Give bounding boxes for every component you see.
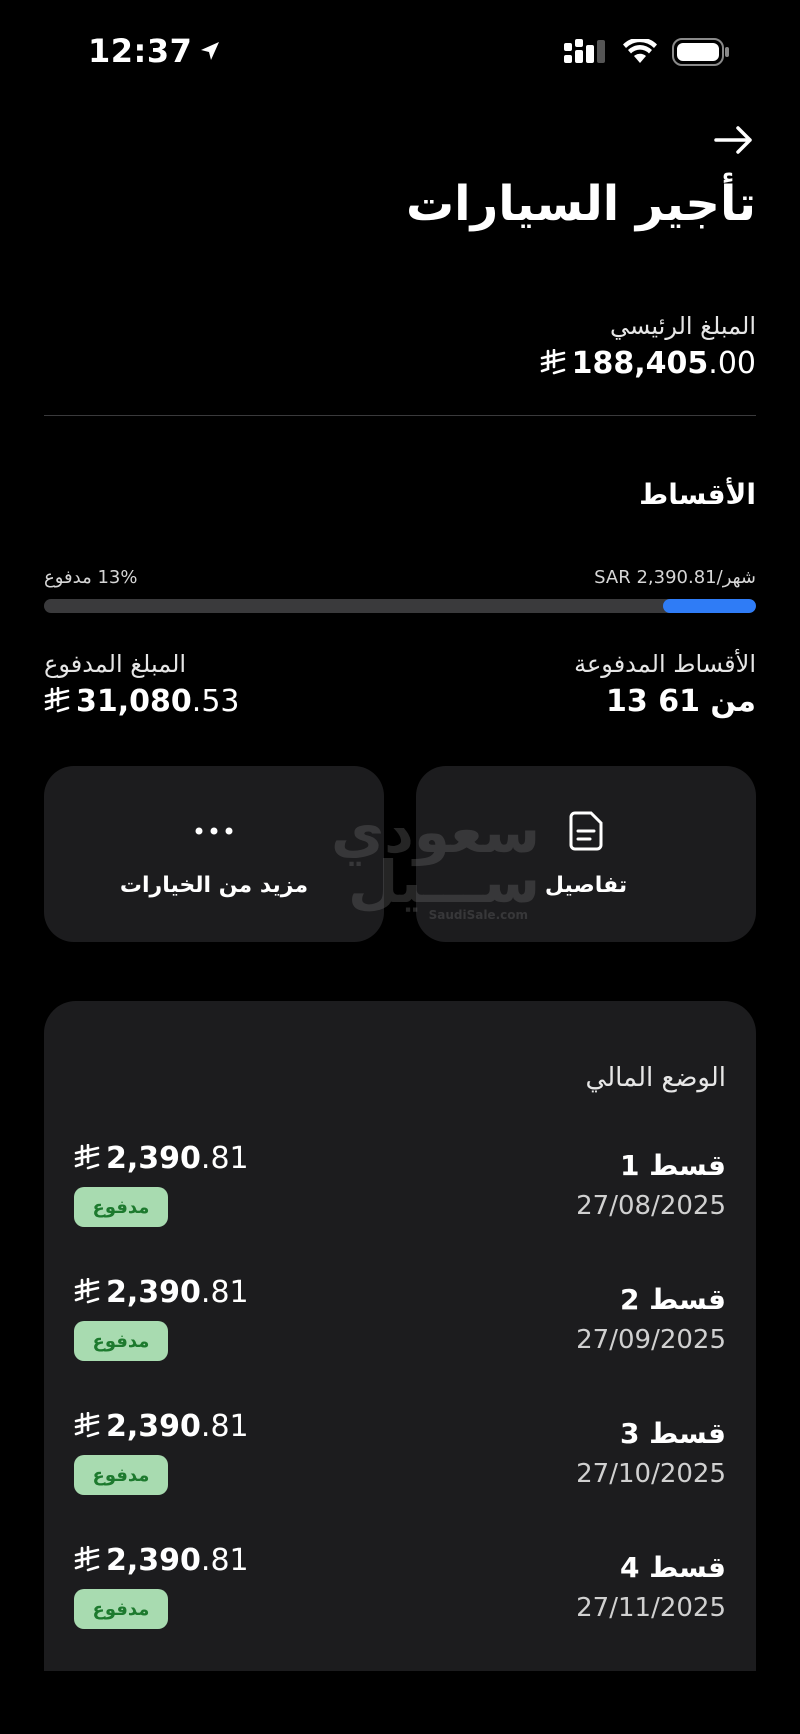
details-label: تفاصيل [544,872,628,898]
installment-amount-dec: .81 [200,1409,249,1444]
monthly-amount: SAR 2,390.81/شهر [594,567,756,588]
installment-name: قسط 4 [619,1551,726,1584]
installment-row[interactable]: قسط 1 27/08/2025 2,390.81 مدفوع [74,1141,726,1241]
installment-name: قسط 3 [619,1417,726,1450]
paid-installments-label: الأقساط المدفوعة [574,650,756,678]
installment-amount-int: 2,390 [106,1543,201,1578]
more-options-label: مزيد من الخيارات [119,872,309,898]
principal-int: 188,405 [571,346,709,381]
installment-date: 27/11/2025 [576,1593,726,1623]
more-dots-icon [195,827,233,834]
status-badge: مدفوع [74,1187,168,1227]
installment-amount: 2,390.81 [74,1275,249,1312]
sar-currency-icon [74,1143,100,1178]
status-badge: مدفوع [74,1321,168,1361]
progress-fill [663,599,756,613]
paid-percent: 13% مدفوع [44,567,138,588]
status-time-wrap: 12:37 [88,32,222,70]
installment-date: 27/08/2025 [576,1191,726,1221]
cellular-signal-icon [564,39,605,63]
installment-amount: 2,390.81 [74,1141,249,1178]
battery-icon [672,38,729,66]
installment-amount-int: 2,390 [106,1275,201,1310]
status-icons [564,38,730,66]
status-badge: مدفوع [74,1589,168,1629]
principal-dec: .00 [708,346,756,381]
installment-amount: 2,390.81 [74,1543,249,1580]
installment-date: 27/09/2025 [576,1325,726,1355]
paid-amount-dec: .53 [191,684,240,719]
installment-amount-int: 2,390 [106,1141,201,1176]
installment-amount: 2,390.81 [74,1409,249,1446]
installment-date: 27/10/2025 [576,1459,726,1489]
location-arrow-icon [201,42,220,60]
status-time: 12:37 [88,32,193,70]
financial-title: الوضع المالي [585,1063,726,1093]
details-button[interactable]: تفاصيل [416,766,756,942]
installments-title: الأقساط [639,478,756,511]
paid-amount-value: 31,080.53 [44,684,240,721]
financial-status-card: الوضع المالي قسط 1 27/08/2025 2,390.81 م… [44,1001,756,1671]
installment-row[interactable]: قسط 2 27/09/2025 2,390.81 مدفوع [74,1275,726,1375]
document-icon [569,811,603,850]
installment-row[interactable]: قسط 3 27/10/2025 2,390.81 مدفوع [74,1409,726,1509]
divider [44,415,756,416]
installment-name: قسط 2 [619,1283,726,1316]
progress-bar [44,599,756,613]
installment-amount-dec: .81 [200,1543,249,1578]
installment-amount-dec: .81 [200,1275,249,1310]
sar-currency-icon [74,1545,100,1580]
installment-name: قسط 1 [619,1149,726,1182]
installment-row[interactable]: قسط 4 27/11/2025 2,390.81 مدفوع [74,1543,726,1643]
sar-currency-icon [44,686,70,721]
principal-label: المبلغ الرئيسي [609,312,756,340]
installment-amount-int: 2,390 [106,1409,201,1444]
more-options-button[interactable]: مزيد من الخيارات [44,766,384,942]
installment-amount-dec: .81 [200,1141,249,1176]
page-title: تأجير السيارات [405,176,756,232]
paid-amount-label: المبلغ المدفوع [44,650,187,678]
status-bar: 12:37 [0,0,800,108]
back-arrow-icon[interactable] [712,118,756,162]
wifi-icon [623,39,657,63]
sar-currency-icon [540,348,566,383]
sar-currency-icon [74,1411,100,1446]
sar-currency-icon [74,1277,100,1312]
paid-amount-int: 31,080 [76,684,192,719]
principal-value: 188,405.00 [540,346,756,383]
paid-installments-value: 13 من 61 [606,684,756,719]
status-badge: مدفوع [74,1455,168,1495]
